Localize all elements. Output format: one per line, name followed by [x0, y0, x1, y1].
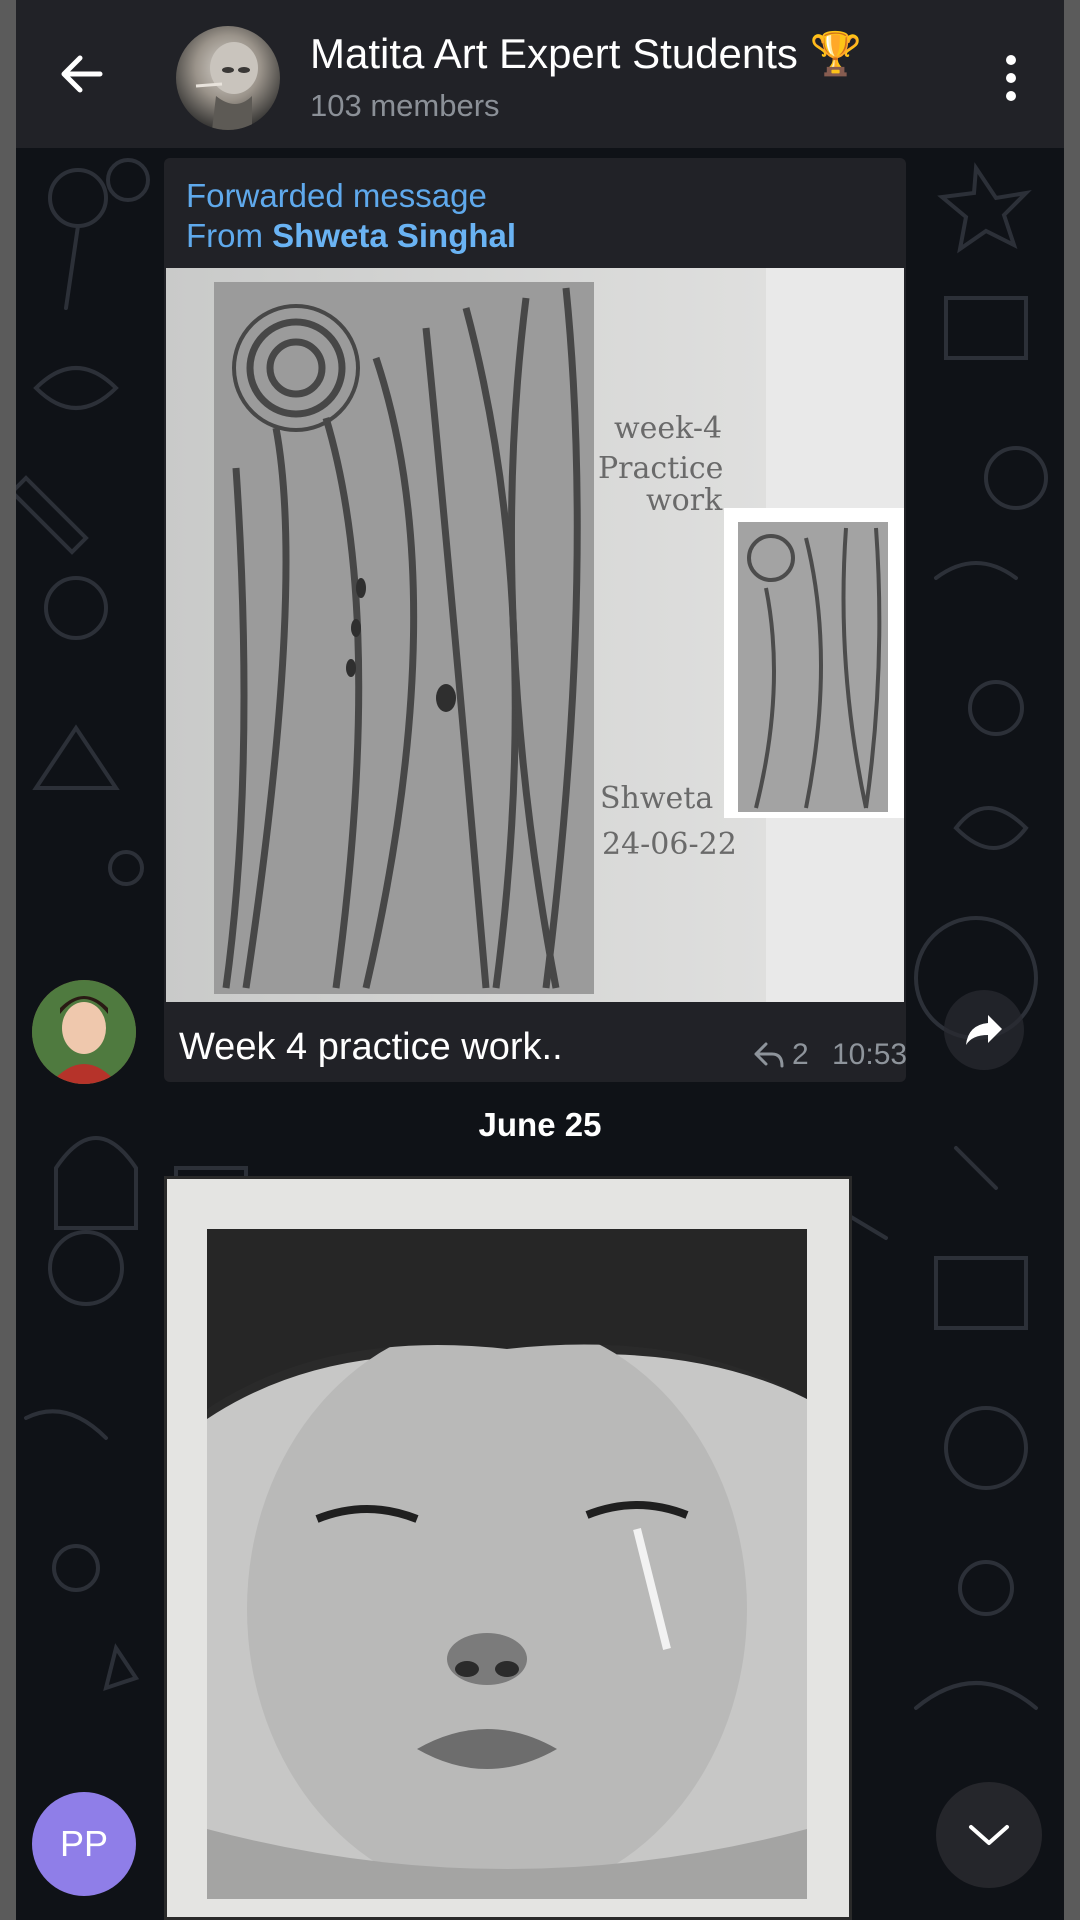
message-time: 10:53: [832, 1038, 906, 1071]
forwarded-from[interactable]: From Shweta Singhal: [186, 216, 516, 256]
arrow-left-icon: [61, 55, 103, 93]
reply-count[interactable]: 2: [754, 1038, 809, 1072]
photo-signature: Shweta: [600, 781, 713, 816]
photo-note-line2: Practice: [598, 451, 723, 486]
reply-icon: [754, 1042, 784, 1068]
sender-avatar[interactable]: [32, 980, 136, 1084]
photo-note-line3: work: [646, 483, 723, 518]
member-count: 103 members: [310, 88, 500, 123]
date-separator: June 25: [478, 1106, 602, 1143]
forwarded-label: Forwarded message: [186, 177, 487, 214]
more-options-button[interactable]: [991, 50, 1031, 106]
back-button[interactable]: [56, 48, 108, 100]
chat-screen: Matita Art Expert Students 🏆 103 members…: [16, 0, 1064, 1920]
message-caption: Week 4 practice work..: [179, 1026, 563, 1068]
photo-date: 24-06-22: [602, 827, 737, 862]
group-title[interactable]: Matita Art Expert Students 🏆: [310, 30, 862, 79]
group-avatar[interactable]: [176, 26, 280, 130]
forward-arrow-icon: [966, 1015, 1002, 1045]
message-photo[interactable]: week-4 Practice work Shweta 24-06-22: [166, 268, 904, 1002]
scroll-to-bottom-button[interactable]: [936, 1782, 1042, 1888]
share-button[interactable]: [944, 990, 1024, 1070]
forwarded-header[interactable]: Forwarded message From Shweta Singhal: [186, 176, 516, 256]
user-avatar[interactable]: PP: [32, 1792, 136, 1896]
pencil-drawing-crying-child: [167, 1179, 849, 1917]
forwarded-sender-name[interactable]: Shweta Singhal: [272, 217, 516, 254]
group-avatar-image: [195, 42, 258, 130]
pencil-drawing-wood-texture: week-4 Practice work Shweta 24-06-22: [166, 268, 904, 1002]
message-bubble[interactable]: Forwarded message From Shweta Singhal we…: [164, 158, 906, 1082]
message-photo-2[interactable]: [164, 1176, 852, 1920]
photo-note-line1: week-4: [614, 411, 722, 446]
chat-header: Matita Art Expert Students 🏆 103 members: [16, 0, 1064, 148]
chevron-down-icon: [969, 1825, 1009, 1845]
more-vertical-icon: [1006, 55, 1016, 65]
sender-avatar-image: [32, 980, 136, 1084]
